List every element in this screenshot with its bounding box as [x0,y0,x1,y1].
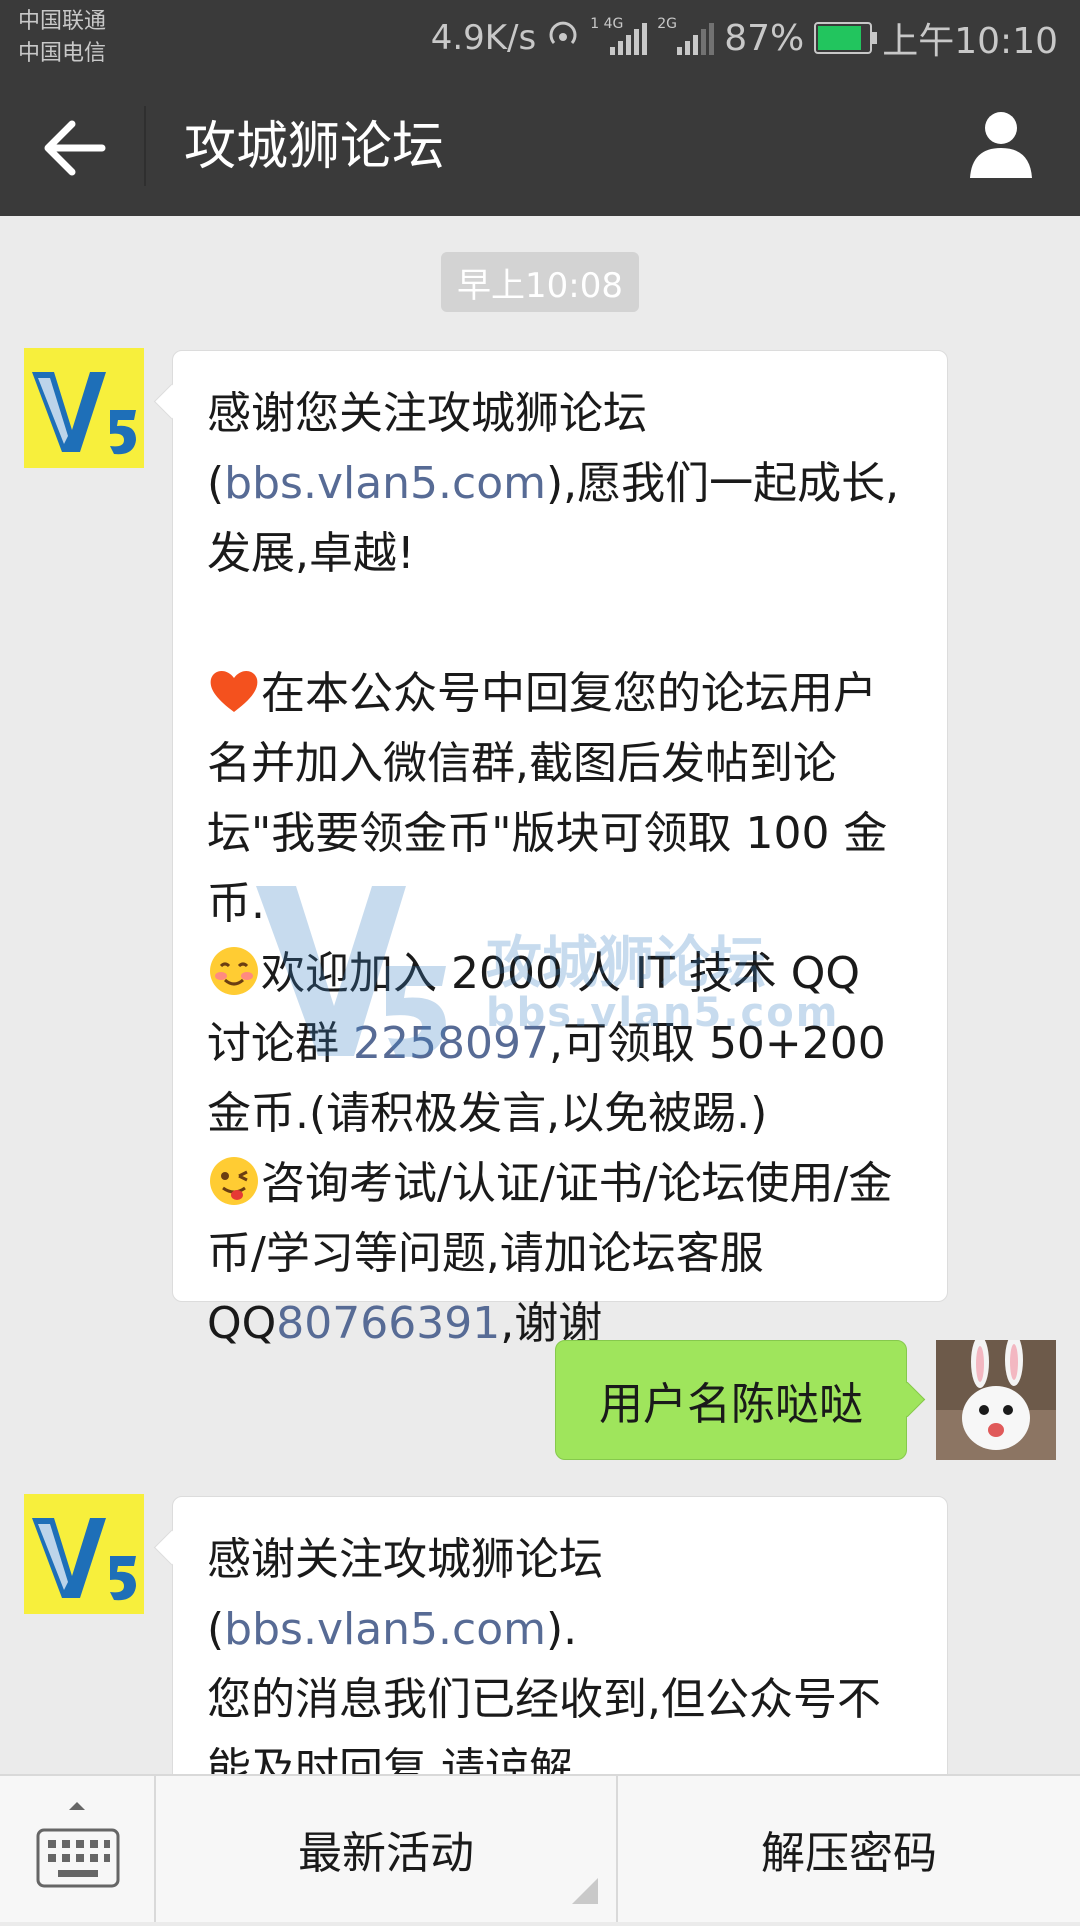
v5-logo-icon [24,1494,144,1614]
bottom-menu-bar: 最新活动 解压密码 [0,1774,1080,1922]
qq-service-link[interactable]: 80766391 [276,1298,500,1349]
chat-timestamp: 早上10:08 [441,252,639,312]
net-speed: 4.9K/s [430,18,537,58]
carrier-info: 中国联通 中国电信 [18,6,106,70]
avatar-official-account-2[interactable] [24,1494,144,1614]
forum-link-2[interactable]: bbs.vlan5.com [224,1604,546,1655]
menu-latest-activity[interactable]: 最新活动 [156,1776,618,1922]
v5-logo-icon [24,348,144,468]
message-bubble-2[interactable]: 感谢关注攻城狮论坛(bbs.vlan5.com). 您的消息我们已经收到,但公众… [172,1496,948,1816]
page-title: 攻城狮论坛 [184,117,445,177]
title-divider [144,106,146,186]
battery-percent: 87% [724,17,805,59]
arrow-left-icon [44,120,106,176]
menu-latest-activity-label: 最新活动 [298,1828,474,1879]
message-1-para-2: 在本公众号中回复您的论坛用户名并加入微信群,截图后发帖到论坛"我要领金币"版块可… [207,659,917,939]
message-1-para-3: 欢迎加入 2000 人 IT 技术 QQ 讨论群 2258097,可领取 50+… [207,939,917,1149]
status-bar: 中国联通 中国电信 4.9K/s 1 4G 2G 87% 上午10:10 [0,0,1080,76]
menu-unzip-password-label: 解压密码 [761,1828,937,1879]
message-1-intro: 感谢您关注攻城狮论坛(bbs.vlan5.com),愿我们一起成长,发展,卓越! [207,388,900,579]
sent-message-bubble[interactable]: 用户名陈哒哒 [555,1340,907,1460]
clock: 上午10:10 [882,21,1058,62]
qq-group-link[interactable]: 2258097 [353,1018,549,1069]
carrier-1: 中国联通 [18,9,107,34]
status-icons: 4.9K/s 1 4G 2G 87% 上午10:10 [431,14,1058,62]
back-button[interactable] [40,116,110,180]
message-1-para-4: 咨询考试/认证/证书/论坛使用/金币/学习等问题,请加论坛客服QQ8076639… [207,1149,917,1359]
keyboard-icon [36,1802,120,1888]
forum-link[interactable]: bbs.vlan5.com [224,458,546,509]
carrier-2: 中国电信 [18,41,107,66]
message-2-intro: 感谢关注攻城狮论坛(bbs.vlan5.com). [207,1534,603,1655]
avatar-user[interactable] [936,1340,1056,1460]
heart-emoji-icon [210,670,258,712]
avatar-official-account[interactable] [24,348,144,468]
white-rabbit-avatar-icon [936,1340,1056,1460]
message-bubble-1[interactable]: 感谢您关注攻城狮论坛(bbs.vlan5.com),愿我们一起成长,发展,卓越!… [172,350,948,1349]
blush-smile-emoji-icon [210,947,258,995]
wink-tongue-emoji-icon [210,1157,258,1205]
keyboard-toggle-button[interactable] [0,1776,156,1922]
signal-icon-2: 2G [657,17,715,55]
menu-unzip-password[interactable]: 解压密码 [618,1776,1080,1922]
battery-icon [814,22,878,54]
profile-button[interactable] [966,108,1036,182]
signal-icon-1: 1 4G [590,17,648,55]
title-bar: 攻城狮论坛 [0,76,1080,216]
person-icon [970,112,1032,178]
hotspot-icon [546,17,580,60]
submenu-indicator-icon [572,1878,598,1904]
